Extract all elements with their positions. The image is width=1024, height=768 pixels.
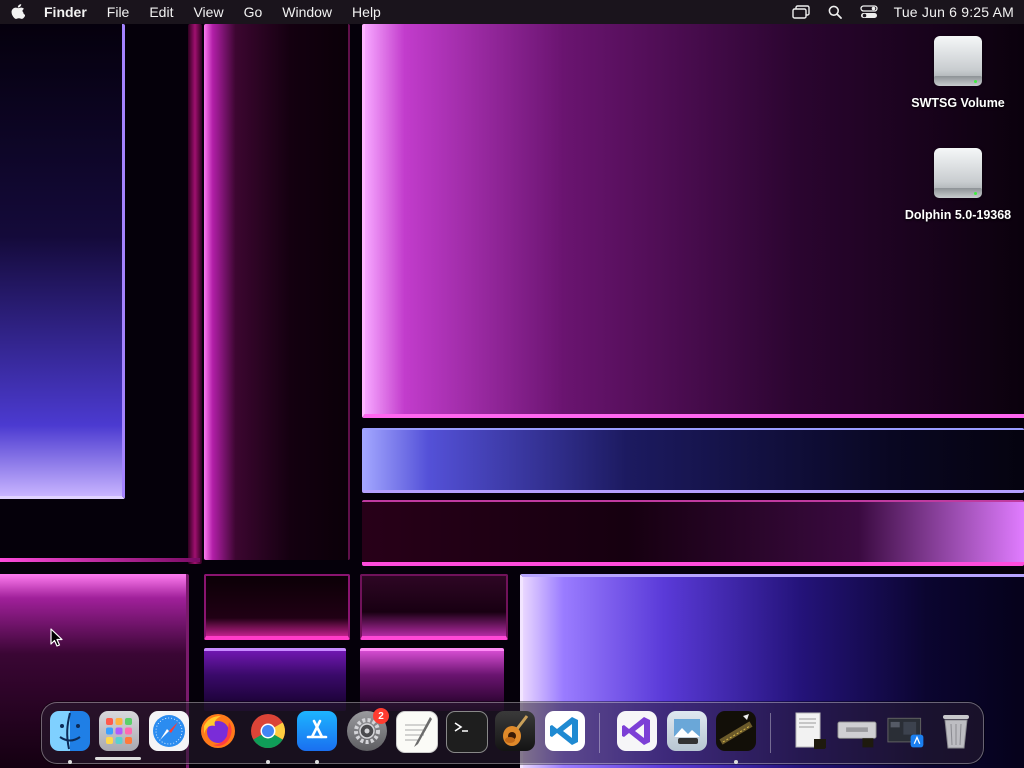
dock-app-garageband[interactable] [495, 711, 535, 751]
dock-app-app-store[interactable] [297, 711, 337, 764]
dock-app-textedit[interactable] [396, 711, 438, 753]
dock-app-launch-indicator [95, 757, 141, 760]
dock-app-dolphin[interactable] [716, 711, 756, 764]
desktop-icon-dolphin[interactable]: Dolphin 5.0-19368 [898, 146, 1018, 222]
textedit-icon [396, 711, 438, 753]
dock-app-terminal[interactable] [446, 711, 488, 753]
firefox-icon [198, 711, 238, 751]
document-stack-icon [788, 711, 828, 751]
menubar-clock[interactable]: Tue Jun 6 9:25 AM [894, 4, 1014, 20]
dolphin-icon [716, 711, 756, 751]
notification-badge: 2 [373, 708, 389, 724]
dock-app-preview[interactable] [667, 711, 707, 751]
menu-go[interactable]: Go [234, 0, 273, 24]
dock-separator [599, 713, 600, 753]
external-drive-icon [930, 146, 986, 202]
wallpaper-panel [362, 500, 1024, 566]
dock-app-vscode[interactable] [545, 711, 585, 751]
dock-app-finder[interactable] [50, 711, 90, 764]
wallpaper-panel [204, 24, 350, 560]
finder-icon [50, 711, 90, 751]
dock-separator [770, 713, 771, 753]
dock-app-system-preferences[interactable]: 2 [347, 708, 389, 751]
mouse-cursor-icon [50, 628, 64, 653]
wallpaper-panel [188, 24, 202, 564]
garageband-icon [495, 711, 535, 751]
trash-icon [936, 711, 976, 751]
wallpaper-glow [0, 558, 200, 562]
terminal-icon [446, 711, 488, 753]
safari-icon [149, 711, 189, 751]
screen-mirroring-icon[interactable] [784, 0, 818, 24]
wallpaper-panel [360, 574, 508, 640]
chrome-icon [248, 711, 288, 751]
apple-menu-icon[interactable] [0, 0, 36, 24]
menu-window[interactable]: Window [272, 0, 342, 24]
menu-bar: Finder File Edit View Go Window Help Tue… [0, 0, 1024, 24]
search-icon[interactable] [818, 0, 852, 24]
wallpaper-panel [362, 428, 1024, 493]
control-center-icon[interactable] [852, 0, 886, 24]
dock-stack-drive-images[interactable] [837, 711, 877, 751]
preview-icon [667, 711, 707, 751]
wallpaper-panel [0, 24, 125, 499]
launchpad-icon [99, 711, 139, 751]
dock-app-trash[interactable] [936, 711, 976, 751]
drive-stack-icon [837, 711, 877, 751]
dock-stack-downloads[interactable] [887, 711, 927, 751]
menu-help[interactable]: Help [342, 0, 391, 24]
dock-app-launchpad[interactable] [99, 711, 139, 751]
menu-view[interactable]: View [183, 0, 233, 24]
dock: 2 [41, 702, 984, 764]
app-store-icon [297, 711, 337, 751]
menu-edit[interactable]: Edit [139, 0, 183, 24]
running-indicator [68, 760, 72, 764]
menu-app-finder[interactable]: Finder [36, 0, 97, 24]
running-indicator [315, 760, 319, 764]
dock-app-firefox[interactable] [198, 711, 238, 751]
desktop-icon-label: SWTSG Volume [911, 96, 1005, 110]
dock-app-visual-studio[interactable] [617, 711, 657, 751]
downloads-stack-icon [887, 711, 927, 751]
running-indicator [734, 760, 738, 764]
desktop-icon-label: Dolphin 5.0-19368 [904, 208, 1012, 222]
external-drive-icon [930, 34, 986, 90]
wallpaper-panel [204, 574, 350, 640]
menubar-status-area: Tue Jun 6 9:25 AM [784, 0, 1024, 24]
menu-file[interactable]: File [97, 0, 140, 24]
dock-app-safari[interactable] [149, 711, 189, 751]
dock-stack-documents[interactable] [788, 711, 828, 751]
desktop-icon-swtsg-volume[interactable]: SWTSG Volume [898, 34, 1018, 110]
visual-studio-icon [617, 711, 657, 751]
vscode-icon [545, 711, 585, 751]
desktop-wallpaper [0, 0, 1024, 768]
running-indicator [266, 760, 270, 764]
dock-app-chrome[interactable] [248, 711, 288, 764]
